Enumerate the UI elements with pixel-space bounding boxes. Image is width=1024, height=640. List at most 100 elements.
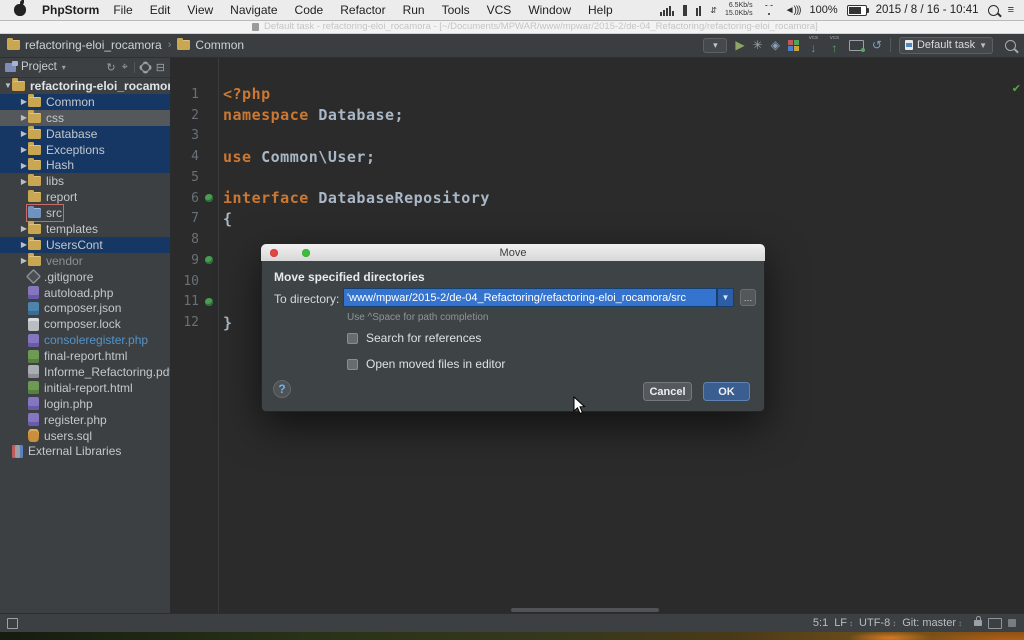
cancel-button[interactable]: Cancel [643,382,692,401]
menu-item-tools[interactable]: Tools [442,3,470,17]
memory-meter-icon[interactable] [683,5,687,16]
menu-item-refactor[interactable]: Refactor [340,3,385,17]
gear-icon[interactable] [141,63,150,72]
project-view-dropdown-icon[interactable]: ▾ [62,63,66,72]
line-separator-widget[interactable]: LF↕ [834,617,853,629]
menu-bar-clock[interactable]: 2015 / 8 / 16 - 10:41 [876,4,979,16]
disk-meter-icon[interactable] [696,5,701,16]
directory-dropdown-icon[interactable]: ▼ [717,288,734,307]
notification-center-icon[interactable]: ≡ [1008,4,1014,16]
tree-item-external-libraries[interactable]: External Libraries [0,443,170,459]
menu-item-window[interactable]: Window [528,3,571,17]
git-branch-widget[interactable]: Git: master↕ [902,617,962,629]
menu-item-run[interactable]: Run [403,3,425,17]
toolbar-search-icon[interactable] [1005,40,1016,51]
code-line[interactable]: 3 [171,126,1024,147]
code-line[interactable]: 6interface DatabaseRepository [171,188,1024,209]
inspection-status-icon[interactable]: ✔ [1012,82,1021,95]
rollback-button-icon[interactable]: ↺ [872,39,882,51]
run-button-icon[interactable]: ▶ [735,39,744,51]
expand-arrow-icon[interactable]: ▶ [20,97,28,106]
refresh-icon[interactable]: ↻ [106,61,115,74]
expand-arrow-icon[interactable]: ▶ [20,113,28,122]
diff-monitor-button-icon[interactable] [849,40,864,51]
toolwindow-toggle-icon[interactable] [7,618,18,629]
profiler-button-icon[interactable]: ◈ [771,39,780,51]
code-line[interactable]: 7{ [171,209,1024,230]
menu-item-vcs[interactable]: VCS [487,3,512,17]
expand-arrow-icon[interactable]: ▼ [4,81,12,90]
apple-menu-icon[interactable] [14,4,26,16]
expand-arrow-icon[interactable]: ▶ [20,224,28,233]
implemented-marker-icon[interactable] [199,194,218,202]
breadcrumb-item-project[interactable]: refactoring-eloi_rocamora [7,38,162,52]
tree-item-consoleregister-php[interactable]: consoleregister.php [0,332,170,348]
tree-item-autoload-php[interactable]: autoload.php [0,285,170,301]
tree-item-userscont[interactable]: ▶UsersCont [0,237,170,253]
locate-icon[interactable]: ⌖ [122,61,128,74]
implemented-marker-icon[interactable] [199,256,218,264]
menu-item-edit[interactable]: Edit [150,3,171,17]
zoom-traffic-light[interactable] [302,249,310,257]
code-line[interactable]: 1<?php [171,84,1024,105]
tree-item-database[interactable]: ▶Database [0,126,170,142]
vcs-update-button-icon[interactable]: VCS↓ [807,38,820,52]
tree-item-login-php[interactable]: login.php [0,396,170,412]
caret-position[interactable]: 5:1 [813,617,828,629]
vcs-commit-button-icon[interactable]: VCS↑ [828,38,841,52]
screen-reader-icon[interactable] [988,618,1002,629]
tree-item--gitignore[interactable]: .gitignore [0,269,170,285]
ok-button[interactable]: OK [703,382,750,401]
tree-item-vendor[interactable]: ▶vendor [0,253,170,269]
tree-item-libs[interactable]: ▶libs [0,173,170,189]
task-selector-combobox[interactable]: Default task▼ [899,37,993,54]
run-config-dropdown[interactable]: ▾ [703,38,727,53]
breadcrumb-item-common[interactable]: Common [177,38,244,52]
menu-item-help[interactable]: Help [588,3,613,17]
changes-grid-button-icon[interactable] [788,40,799,51]
code-line[interactable]: 2namespace Database; [171,105,1024,126]
tree-item-initial-report-html[interactable]: initial-report.html [0,380,170,396]
checkbox-icon[interactable] [347,333,358,344]
browse-button[interactable]: … [740,289,756,306]
battery-icon[interactable] [847,5,867,16]
tree-item-report[interactable]: report [0,189,170,205]
coverage-button-icon[interactable]: ✳ [753,39,763,51]
app-menu-phpstorm[interactable]: PhpStorm [42,3,99,17]
tree-item-informe-refactoring-pdf[interactable]: Informe_Refactoring.pdf [0,364,170,380]
code-line[interactable]: 5 [171,167,1024,188]
menu-item-navigate[interactable]: Navigate [230,3,277,17]
encoding-widget[interactable]: UTF-8↕ [859,617,896,629]
tree-item-refactoring-eloi-rocamora[interactable]: ▼refactoring-eloi_rocamora( [0,78,170,94]
cpu-meter-icon[interactable] [660,5,674,16]
menu-item-view[interactable]: View [187,3,213,17]
wifi-icon[interactable] [762,5,776,15]
tree-item-final-report-html[interactable]: final-report.html [0,348,170,364]
spotlight-search-icon[interactable] [988,5,999,16]
implemented-marker-icon[interactable] [199,298,218,306]
tree-item-composer-lock[interactable]: composer.lock [0,316,170,332]
menu-item-code[interactable]: Code [295,3,324,17]
tree-item-css[interactable]: ▶css [0,110,170,126]
lock-icon[interactable] [974,620,982,626]
tree-item-register-php[interactable]: register.php [0,412,170,428]
tree-item-templates[interactable]: ▶templates [0,221,170,237]
tree-item-users-sql[interactable]: users.sql [0,428,170,444]
network-arrows-icon[interactable]: ⇵ [710,6,716,15]
expand-arrow-icon[interactable]: ▶ [20,256,28,265]
to-directory-input[interactable]: 'www/mpwar/2015-2/de-04_Refactoring/refa… [343,288,717,307]
tree-item-composer-json[interactable]: composer.json [0,300,170,316]
volume-icon[interactable]: ◄))) [785,5,801,16]
checkbox-icon[interactable] [347,359,358,370]
menu-item-file[interactable]: File [113,3,132,17]
expand-arrow-icon[interactable]: ▶ [20,161,28,170]
tree-item-common[interactable]: ▶Common [0,94,170,110]
horizontal-scrollbar[interactable] [511,608,659,612]
open-moved-files-checkbox[interactable]: Open moved files in editor [347,357,505,371]
tree-item-src[interactable]: src [0,205,170,221]
collapse-all-icon[interactable]: ⊟ [156,61,165,74]
search-for-references-checkbox[interactable]: Search for references [347,331,481,345]
tree-item-exceptions[interactable]: ▶Exceptions [0,142,170,158]
expand-arrow-icon[interactable]: ▶ [20,240,28,249]
close-traffic-light[interactable] [270,249,278,257]
